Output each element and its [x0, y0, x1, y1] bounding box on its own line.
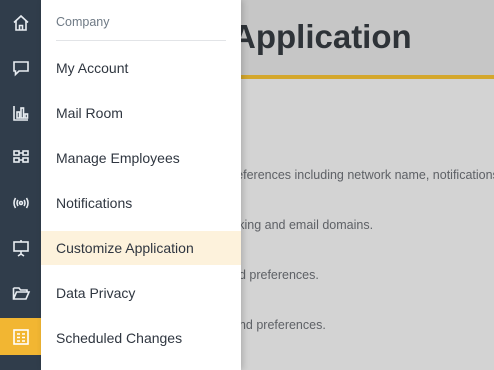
- nav-presentation[interactable]: [0, 225, 41, 270]
- nav-company-settings[interactable]: [0, 318, 41, 355]
- menu-item-manage-employees[interactable]: Manage Employees: [41, 141, 241, 175]
- chat-icon: [12, 60, 29, 76]
- menu-item-data-privacy[interactable]: Data Privacy: [41, 276, 241, 310]
- broadcast-icon: [12, 197, 29, 208]
- analytics-icon: [12, 105, 28, 121]
- setting-description: nd preferences.: [232, 268, 319, 282]
- home-icon: [12, 14, 29, 31]
- presentation-board-icon: [12, 239, 29, 257]
- company-settings-icon: [12, 328, 29, 345]
- nav-analytics[interactable]: [0, 90, 41, 135]
- nav-broadcast[interactable]: [0, 180, 41, 225]
- nav-chat[interactable]: [0, 45, 41, 90]
- setting-description: cking and email domains.: [232, 218, 374, 232]
- setting-description: references including network name, notif…: [232, 168, 494, 182]
- page-title: Application: [232, 18, 412, 55]
- nav-apps[interactable]: [0, 135, 41, 180]
- nav-rail: [0, 0, 41, 370]
- menu-item-mail-room[interactable]: Mail Room: [41, 96, 241, 130]
- menu-item-scheduled-changes[interactable]: Scheduled Changes: [41, 321, 241, 355]
- folder-icon: [12, 286, 30, 300]
- nav-home[interactable]: [0, 0, 41, 45]
- apps-grid-icon: [12, 149, 29, 163]
- nav-files[interactable]: [0, 270, 41, 315]
- menu-divider: [56, 40, 226, 41]
- menu-item-customize-application[interactable]: Customize Application: [41, 231, 241, 265]
- company-menu: Company My Account Mail Room Manage Empl…: [41, 0, 241, 370]
- setting-description: and preferences.: [232, 318, 326, 332]
- menu-heading: Company: [56, 15, 110, 29]
- menu-item-notifications[interactable]: Notifications: [41, 186, 241, 220]
- menu-item-my-account[interactable]: My Account: [41, 51, 241, 85]
